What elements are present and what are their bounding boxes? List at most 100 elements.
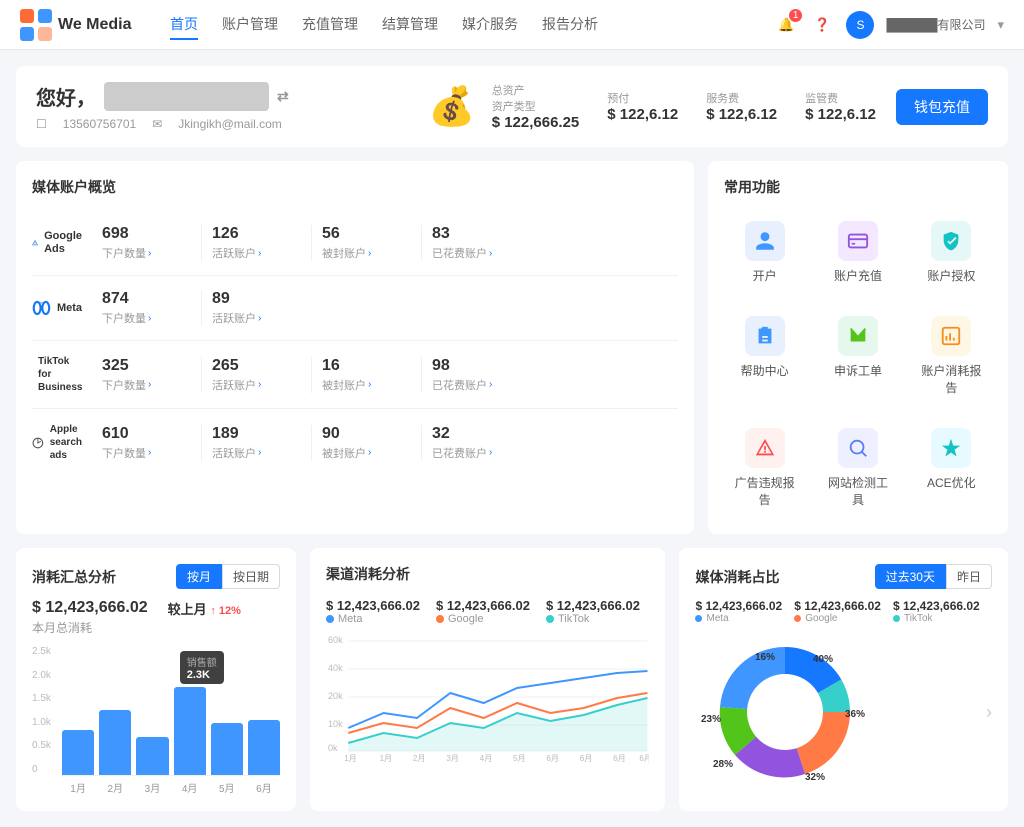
media-tiktok-stat: $ 12,423,666.02 TikTok — [893, 599, 980, 624]
x-label-1: 1月 — [62, 780, 94, 795]
channel-google-label: Google — [436, 613, 530, 625]
nav-settlement[interactable]: 结算管理 — [382, 10, 438, 40]
recharge-button[interactable]: 钱包充值 — [896, 89, 988, 125]
media-meta-label: Meta — [695, 613, 782, 624]
consumption-chart-title: 消耗汇总分析 — [32, 567, 116, 587]
func-open-account[interactable]: 开户 — [724, 211, 805, 294]
func-label-open-account: 开户 — [753, 267, 777, 284]
bar-fill-4 — [174, 687, 206, 775]
toggle-month-btn[interactable]: 按月 — [176, 564, 222, 589]
asset-type-label: 资产类型 — [492, 98, 580, 114]
google-desc-4[interactable]: 已花费账户 › — [432, 245, 522, 261]
google-desc-3[interactable]: 被封账户 › — [322, 245, 411, 261]
notification-button[interactable]: 🔔 1 — [774, 13, 798, 37]
meta-desc-2[interactable]: 活跃账户 › — [212, 310, 302, 326]
donut-next-btn[interactable]: › — [986, 702, 992, 723]
google-desc-1[interactable]: 下户数量 › — [102, 245, 191, 261]
google-num-1: 698 — [102, 225, 191, 243]
y-axis: 2.5k 2.0k 1.5k 1.0k 0.5k 0 — [32, 646, 51, 775]
func-appeal[interactable]: 申诉工单 — [817, 306, 898, 406]
media-tiktok-label: TikTok — [893, 613, 980, 624]
toggle-date-btn[interactable]: 按日期 — [222, 564, 280, 589]
dropdown-icon[interactable]: ▾ — [997, 17, 1004, 33]
company-blurred: ██████有限公司 — [104, 82, 269, 111]
apple-num-4: 32 — [432, 425, 522, 443]
y-label-3: 1.5k — [32, 693, 51, 704]
consumption-stats: $ 12,423,666.02 本月总消耗 较上月 ↑ 12% — [32, 599, 280, 636]
svg-text:4月: 4月 — [480, 754, 493, 763]
phone-text: 13560756701 — [63, 117, 136, 131]
google-ads-name: GoogleAds — [44, 230, 82, 256]
media-google-value: $ 12,423,666.02 — [794, 599, 881, 613]
tiktok-row: TikTokfor Business 325 下户数量 › 265 活跃账户 ›… — [32, 341, 678, 409]
media-meta-dot — [695, 615, 702, 622]
func-help-center[interactable]: 帮助中心 — [724, 306, 805, 406]
tiktok-num-3: 16 — [322, 357, 411, 375]
google-ads-stats: 698 下户数量 › 126 活跃账户 › 56 被封账户 › 83 已花费账户… — [92, 225, 678, 261]
functions-grid: 开户 账户充值 账户授权 — [724, 211, 992, 518]
bar-5 — [211, 723, 243, 775]
welcome-left: 您好， ██████有限公司 ⇄ ☐ 13560756701 ✉ Jkingik… — [36, 82, 412, 131]
func-violation-report[interactable]: 广告违规报告 — [724, 418, 805, 518]
apple-desc-1[interactable]: 下户数量 › — [102, 445, 191, 461]
greeting-text: 您好， — [36, 82, 96, 111]
func-consumption-report[interactable]: 账户消耗报告 — [911, 306, 992, 406]
tiktok-desc-2[interactable]: 活跃账户 › — [212, 377, 301, 393]
consumption-report-icon — [931, 316, 971, 356]
help-button[interactable]: ❓ — [810, 13, 834, 37]
apple-num-3: 90 — [322, 425, 411, 443]
svg-text:6月: 6月 — [613, 754, 626, 763]
consumption-toggle: 按月 按日期 — [176, 564, 280, 589]
func-site-detect[interactable]: 网站检测工具 — [817, 418, 898, 518]
apple-logo: Applesearch ads — [32, 423, 82, 462]
x-axis-labels: 1月 2月 3月 4月 5月 6月 — [62, 780, 280, 795]
apple-desc-4[interactable]: 已花费账户 › — [432, 445, 522, 461]
google-num-3: 56 — [322, 225, 411, 243]
google-ads-row: GoogleAds 698 下户数量 › 126 活跃账户 › 56 被封账户 … — [32, 211, 678, 276]
func-account-recharge[interactable]: 账户充值 — [817, 211, 898, 294]
apple-stat-4: 32 已花费账户 › — [422, 425, 532, 461]
prepay-label: 预付 — [607, 90, 678, 106]
nav-media[interactable]: 媒介服务 — [462, 10, 518, 40]
bar-fill-2 — [99, 710, 131, 775]
tiktok-num-2: 265 — [212, 357, 301, 375]
email-text: Jkingikh@mail.com — [178, 117, 282, 131]
func-label-site-detect: 网站检测工具 — [823, 474, 892, 508]
consumption-chart-card: 消耗汇总分析 按月 按日期 $ 12,423,666.02 本月总消耗 较上月 … — [16, 548, 296, 811]
tooltip-value: 2.3K — [187, 669, 217, 681]
compare-label: 较上月 — [168, 602, 207, 617]
label-36: 36% — [845, 709, 865, 720]
edit-icon[interactable]: ⇄ — [277, 88, 289, 105]
nav-recharge[interactable]: 充值管理 — [302, 10, 358, 40]
apple-stats: 610 下户数量 › 189 活跃账户 › 90 被封账户 › 32 已花费账户… — [92, 425, 678, 461]
nav-home[interactable]: 首页 — [170, 10, 198, 40]
svg-text:3月: 3月 — [446, 754, 459, 763]
x-label-5: 5月 — [211, 780, 243, 795]
bar-4 — [174, 687, 206, 775]
nav-account[interactable]: 账户管理 — [222, 10, 278, 40]
media-tiktok-value: $ 12,423,666.02 — [893, 599, 980, 613]
apple-desc-2[interactable]: 活跃账户 › — [212, 445, 301, 461]
donut-hole — [747, 674, 823, 750]
meta-name: Meta — [57, 302, 82, 314]
bar-2 — [99, 710, 131, 775]
bar-tooltip: 销售额 2.3K — [180, 651, 224, 684]
meta-stats: 874 下户数量 › 89 活跃账户 › — [92, 290, 678, 326]
nav-report[interactable]: 报告分析 — [542, 10, 598, 40]
google-desc-2[interactable]: 活跃账户 › — [212, 245, 301, 261]
tiktok-logo: TikTokfor Business — [32, 355, 82, 394]
appeal-icon — [838, 316, 878, 356]
meta-desc-1[interactable]: 下户数量 › — [102, 310, 191, 326]
func-account-auth[interactable]: 账户授权 — [911, 211, 992, 294]
toggle-30days-btn[interactable]: 过去30天 — [875, 564, 946, 589]
tiktok-num-1: 325 — [102, 357, 191, 375]
tiktok-desc-1[interactable]: 下户数量 › — [102, 377, 191, 393]
tiktok-desc-4[interactable]: 已花费账户 › — [432, 377, 522, 393]
google-ads-icon — [32, 232, 38, 254]
apple-desc-3[interactable]: 被封账户 › — [322, 445, 411, 461]
func-ace[interactable]: ACE优化 — [911, 418, 992, 518]
ace-icon — [931, 428, 971, 468]
toggle-yesterday-btn[interactable]: 昨日 — [946, 564, 992, 589]
tiktok-desc-3[interactable]: 被封账户 › — [322, 377, 411, 393]
avatar: S — [846, 11, 874, 39]
